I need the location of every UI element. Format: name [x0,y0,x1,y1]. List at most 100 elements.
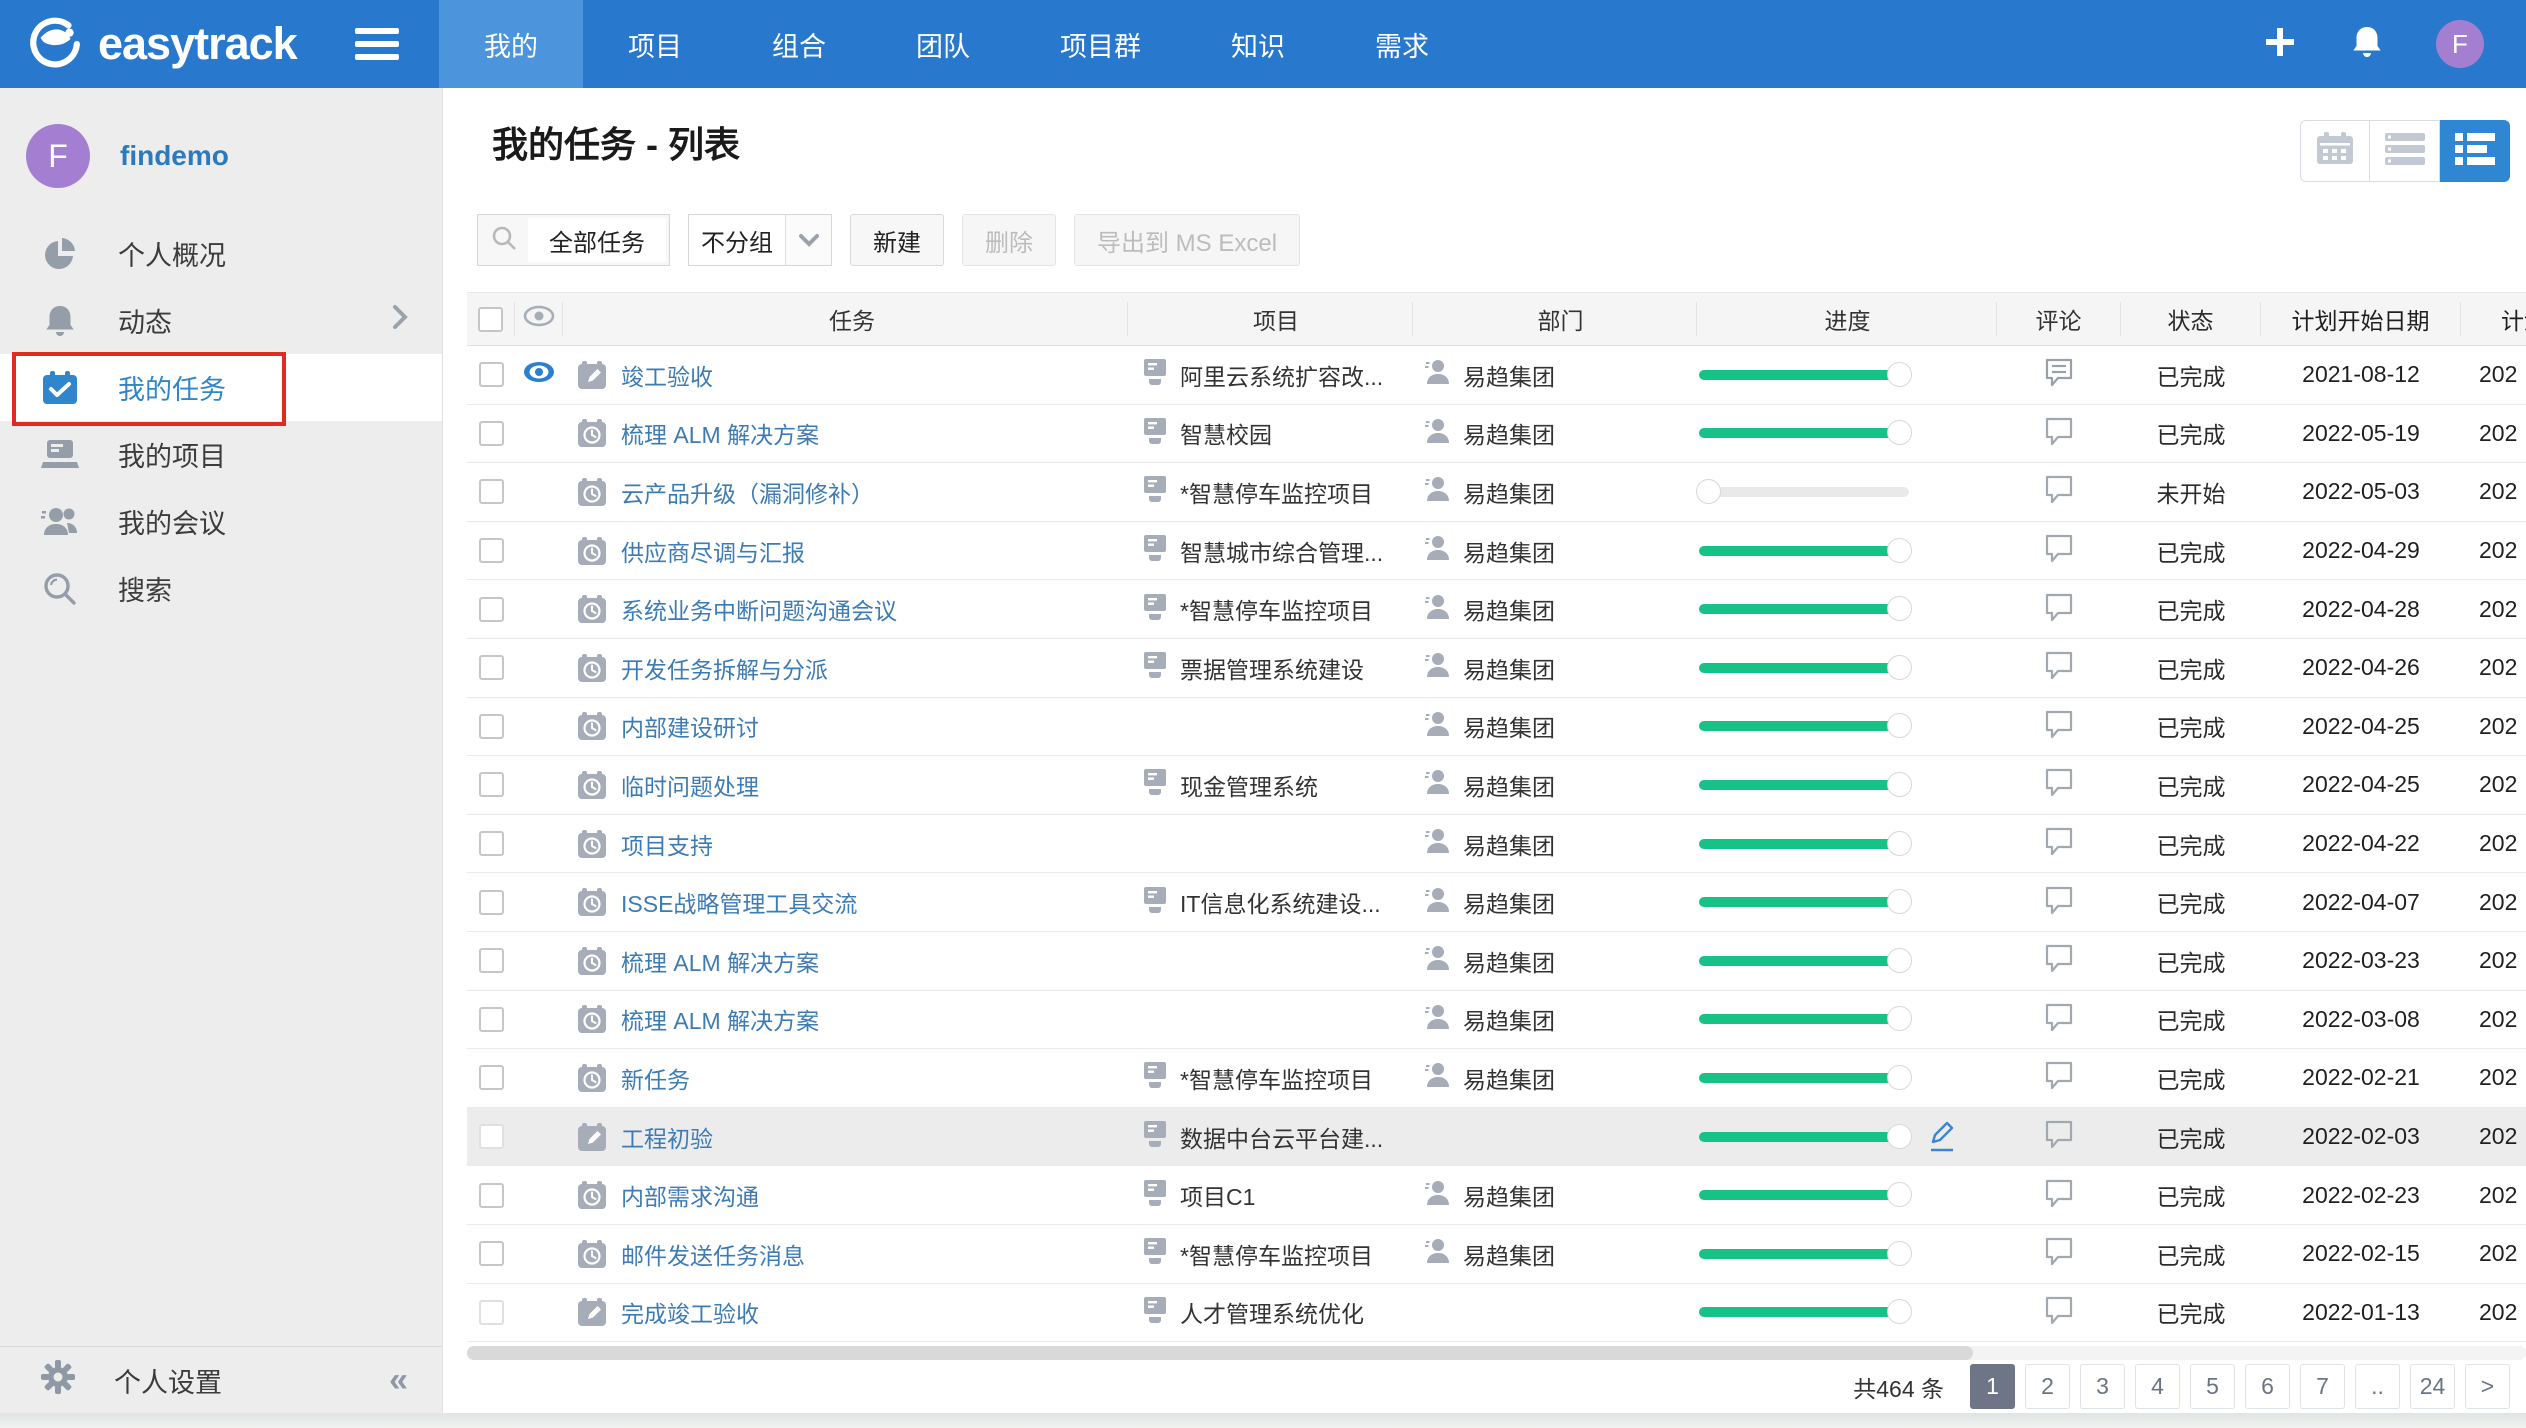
task-link[interactable]: 开发任务拆解与分派 [621,651,828,685]
task-link[interactable]: 完成竣工验收 [621,1295,759,1329]
view-button-list-view[interactable] [2440,120,2510,182]
row-checkbox[interactable] [479,1183,504,1208]
delete-button[interactable]: 删除 [962,214,1056,266]
nav-tab-1[interactable]: 我的 [439,0,583,88]
page-button-2[interactable]: 2 [2025,1364,2070,1409]
brand-logo[interactable]: easytrack [0,15,355,74]
comment-bubble-icon[interactable] [2043,884,2075,921]
task-link[interactable]: 梳理 ALM 解决方案 [621,1002,819,1036]
page-button-1[interactable]: 1 [1970,1364,2015,1409]
sidebar-item-5[interactable]: 我的会议 [0,488,442,555]
row-checkbox[interactable] [479,1241,504,1266]
nav-tab-3[interactable]: 组合 [727,0,871,88]
task-link[interactable]: 梳理 ALM 解决方案 [621,416,819,450]
row-checkbox[interactable] [479,655,504,680]
progress-bar[interactable] [1699,1073,1909,1083]
comment-bubble-icon[interactable] [2043,942,2075,979]
comment-bubble-icon[interactable] [2043,1294,2075,1331]
column-header-check[interactable] [467,302,515,336]
group-select[interactable]: 不分组 [688,214,832,266]
sidebar-item-3[interactable]: 我的任务 [0,354,442,421]
row-checkbox[interactable] [479,831,504,856]
export-excel-button[interactable]: 导出到 MS Excel [1074,214,1300,266]
comment-bubble-icon[interactable] [2043,1059,2075,1096]
nav-tab-7[interactable]: 需求 [1330,0,1474,88]
progress-bar[interactable] [1699,663,1909,673]
progress-bar[interactable] [1699,1190,1909,1200]
sidebar-item-2[interactable]: 动态 [0,287,442,354]
view-button-board-view[interactable] [2370,120,2440,182]
comment-bubble-icon[interactable] [2043,708,2075,745]
hamburger-menu-icon[interactable] [355,28,399,60]
progress-bar[interactable] [1699,897,1909,907]
progress-bar[interactable] [1699,839,1909,849]
page-button-3[interactable]: 3 [2080,1364,2125,1409]
progress-knob[interactable] [1887,655,1912,680]
progress-knob[interactable] [1887,713,1912,738]
progress-knob[interactable] [1887,538,1912,563]
progress-knob[interactable] [1887,831,1912,856]
comment-bubble-icon[interactable] [2043,415,2075,452]
progress-bar[interactable] [1699,546,1909,556]
comment-bubble-icon[interactable] [2043,473,2075,510]
settings-label[interactable]: 个人设置 [114,1361,222,1400]
task-link[interactable]: 内部需求沟通 [621,1178,759,1212]
task-link[interactable]: 竣工验收 [621,358,713,392]
row-checkbox[interactable] [479,421,504,446]
user-avatar[interactable]: F [2436,20,2484,68]
comment-bubble-icon[interactable] [2043,825,2075,862]
view-button-calendar-view[interactable] [2300,120,2370,182]
page-button-6[interactable]: 6 [2245,1364,2290,1409]
progress-knob[interactable] [1887,889,1912,914]
page-button-5[interactable]: 5 [2190,1364,2235,1409]
task-link[interactable]: 内部建设研讨 [621,709,759,743]
progress-bar[interactable] [1699,1132,1909,1142]
task-link[interactable]: ISSE战略管理工具交流 [621,885,857,919]
nav-tab-5[interactable]: 项目群 [1015,0,1186,88]
next-page-button[interactable]: > [2465,1364,2510,1409]
page-button-..[interactable]: .. [2355,1364,2400,1409]
select-all-checkbox[interactable] [478,307,503,332]
search-input[interactable] [528,218,666,262]
progress-knob[interactable] [1696,479,1721,504]
row-checkbox[interactable] [479,1300,504,1325]
comment-bubble-icon[interactable] [2043,356,2075,393]
sidebar-item-1[interactable]: 个人概况 [0,220,442,287]
comment-bubble-icon[interactable] [2043,1001,2075,1038]
progress-knob[interactable] [1887,772,1912,797]
progress-bar[interactable] [1699,1307,1909,1317]
progress-knob[interactable] [1887,1065,1912,1090]
row-checkbox[interactable] [479,597,504,622]
progress-bar[interactable] [1699,1249,1909,1259]
new-button[interactable]: 新建 [850,214,944,266]
comment-bubble-icon[interactable] [2043,591,2075,628]
progress-knob[interactable] [1887,596,1912,621]
row-checkbox[interactable] [479,479,504,504]
add-icon[interactable] [2262,24,2298,65]
comment-bubble-icon[interactable] [2043,1235,2075,1272]
progress-knob[interactable] [1887,420,1912,445]
task-link[interactable]: 临时问题处理 [621,768,759,802]
page-button-24[interactable]: 24 [2410,1364,2455,1409]
task-link[interactable]: 工程初验 [621,1120,713,1154]
horizontal-scrollbar[interactable] [467,1346,2526,1360]
task-link[interactable]: 邮件发送任务消息 [621,1237,805,1271]
progress-bar[interactable] [1699,1014,1909,1024]
progress-knob[interactable] [1887,1241,1912,1266]
collapse-sidebar-icon[interactable]: « [389,1361,408,1400]
progress-bar[interactable] [1699,604,1909,614]
row-checkbox[interactable] [479,538,504,563]
task-link[interactable]: 供应商尽调与汇报 [621,534,805,568]
progress-bar[interactable] [1699,780,1909,790]
comment-bubble-icon[interactable] [2043,1177,2075,1214]
watching-eye-icon[interactable] [522,360,556,389]
row-checkbox[interactable] [479,890,504,915]
progress-bar[interactable] [1699,428,1909,438]
nav-tab-4[interactable]: 团队 [871,0,1015,88]
comment-bubble-icon[interactable] [2043,766,2075,803]
scrollbar-thumb[interactable] [467,1346,1973,1360]
progress-bar[interactable] [1699,721,1909,731]
progress-knob[interactable] [1887,948,1912,973]
progress-knob[interactable] [1887,1182,1912,1207]
nav-tab-6[interactable]: 知识 [1186,0,1330,88]
